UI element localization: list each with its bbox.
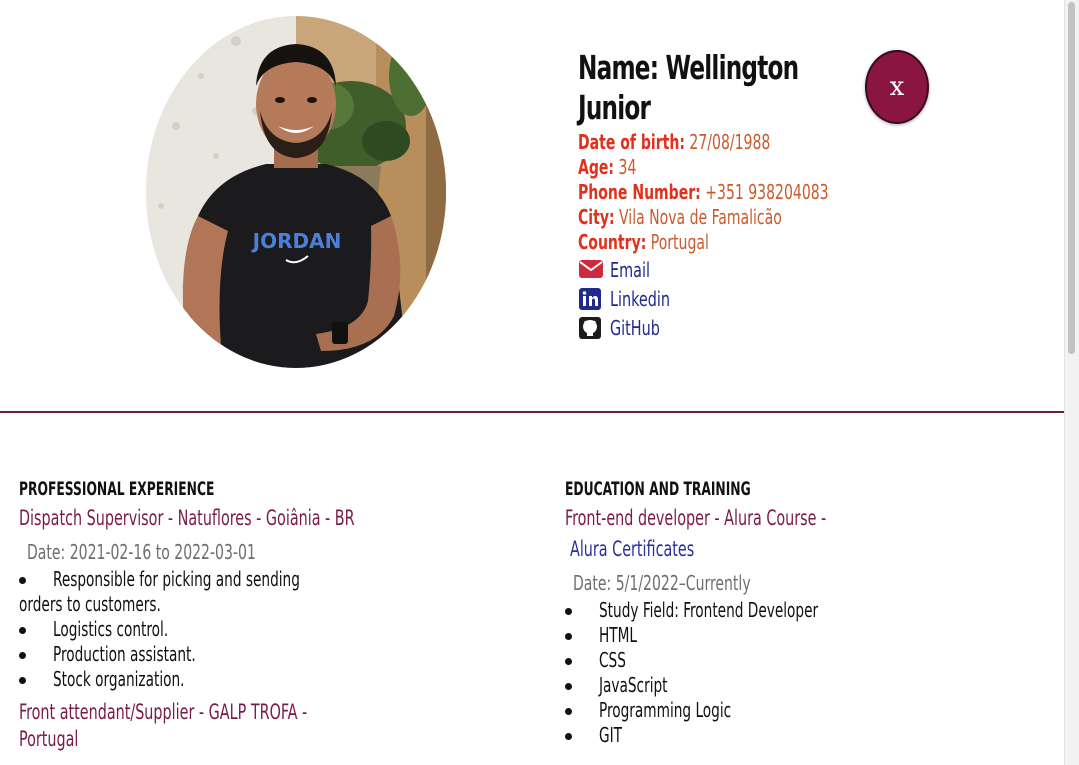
job-task-list: Responsible for picking and sending orde… — [19, 567, 499, 692]
profile-photo: JORDAN — [146, 16, 446, 368]
scrollbar-thumb[interactable] — [1068, 2, 1075, 354]
country-label: Country: — [578, 230, 647, 254]
phone-label: Phone Number: — [578, 180, 701, 204]
list-item: Study Field: Frontend Developer — [565, 598, 1045, 623]
section-divider — [0, 411, 1065, 413]
experience-section: PROFESSIONAL EXPERIENCE Dispatch Supervi… — [19, 476, 499, 752]
list-item: Production assistant. — [19, 642, 499, 667]
github-link[interactable]: GitHub — [578, 313, 848, 342]
list-item: HTML — [565, 623, 1045, 648]
linkedin-link-label: Linkedin — [610, 286, 671, 311]
list-item: JavaScript — [565, 673, 1045, 698]
birth-row: Date of birth: 27/08/1988 — [578, 130, 789, 155]
job-title: Dispatch Supervisor - Natuflores - Goiân… — [19, 506, 355, 530]
course-date: Date: 5/1/2022–Currently — [573, 571, 751, 595]
email-link[interactable]: Email — [578, 255, 848, 284]
list-item-continuation: orders to customers. — [19, 592, 161, 616]
linkedin-link[interactable]: Linkedin — [578, 284, 848, 313]
job-date: Date: 2021-02-16 to 2022-03-01 — [27, 540, 256, 564]
city-row: City: Vila Nova de Famalicão — [578, 205, 789, 230]
github-link-label: GitHub — [610, 315, 660, 340]
birth-label: Date of birth: — [578, 130, 685, 154]
education-title: EDUCATION AND TRAINING — [565, 478, 751, 500]
close-button[interactable]: x — [865, 50, 929, 124]
course-title: Front-end developer - Alura Course - — [565, 506, 827, 530]
city-label: City: — [578, 205, 615, 229]
birth-value: 27/08/1988 — [689, 130, 771, 154]
list-item: GIT — [565, 723, 1045, 748]
github-icon — [578, 316, 604, 340]
vertical-scrollbar[interactable] — [1064, 0, 1079, 765]
list-item: CSS — [565, 648, 1045, 673]
experience-title: PROFESSIONAL EXPERIENCE — [19, 478, 215, 500]
course-certificates-link[interactable]: Alura Certificates — [570, 535, 931, 564]
list-item: Responsible for picking and sending — [19, 567, 499, 592]
shirt-print: JORDAN — [251, 229, 342, 253]
age-label: Age: — [578, 155, 615, 179]
job-title: Front attendant/Supplier - GALP TROFA - — [19, 700, 308, 724]
envelope-icon — [578, 258, 604, 282]
age-value: 34 — [618, 155, 637, 179]
education-list: Study Field: Frontend Developer HTML CSS… — [565, 598, 1045, 748]
job-title-continuation: Portugal — [19, 727, 79, 751]
list-item: Stock organization. — [19, 667, 499, 692]
profile-info: Name: Wellington Junior Date of birth: 2… — [578, 48, 848, 342]
linkedin-icon — [578, 287, 604, 311]
resume-page: JORDAN Name: Wellington Junior Date of b… — [0, 0, 1065, 765]
profile-name: Name: Wellington Junior — [578, 48, 799, 127]
country-value: Portugal — [650, 230, 709, 254]
phone-row: Phone Number: +351 938204083 — [578, 180, 829, 205]
phone-value: +351 938204083 — [705, 180, 829, 204]
email-link-label: Email — [610, 257, 650, 282]
city-value: Vila Nova de Famalicão — [619, 205, 782, 229]
education-section: EDUCATION AND TRAINING Front-end develop… — [565, 476, 1045, 748]
list-item: Programming Logic — [565, 698, 1045, 723]
age-row: Age: 34 — [578, 155, 789, 180]
country-row: Country: Portugal — [578, 230, 789, 255]
list-item: Logistics control. — [19, 617, 499, 642]
